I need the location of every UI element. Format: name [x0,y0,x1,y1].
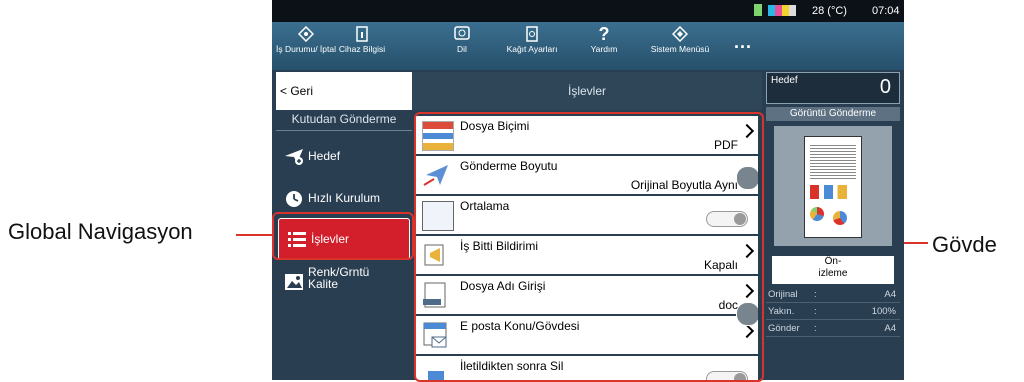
document-thumbnail [804,136,862,238]
highlight-global-navigation [272,212,414,260]
toner-icon [754,4,762,16]
send-icon [285,149,303,165]
system-menu-icon [672,26,688,42]
nav-item-destination[interactable]: Hedef [276,136,412,176]
device-info-button[interactable]: Cihaz Bilgisi [330,22,394,70]
send-image-title: Görüntü Gönderme [766,107,900,121]
nav-item-color-image-quality[interactable]: Renk/Grntü Kalite [276,262,412,302]
paper-settings-button[interactable]: Kağıt Ayarları [500,22,564,70]
device-info-icon [356,26,368,42]
info-zoom: Yakın.: 100% [766,303,900,320]
language-button[interactable]: Dil [430,22,494,70]
destination-counter[interactable]: Hedef 0 [766,72,900,104]
preview-area [774,126,892,246]
top-toolbar: İş Durumu/ İptal Cihaz Bilgisi Dil Kağıt… [272,22,904,70]
status-bar: 28 (°C) 07:04 [272,0,904,22]
toner-levels-icon [768,5,796,16]
language-icon [454,26,470,40]
job-status-button[interactable]: İş Durumu/ İptal [274,22,338,70]
clock: 07:04 [872,5,900,17]
functions-header: İşlevler [412,72,762,110]
job-status-icon [298,26,314,42]
system-menu-button[interactable]: Sistem Menüsü [648,22,712,70]
back-button[interactable]: < Geri [276,72,412,110]
callout-line-left [236,234,276,236]
help-button[interactable]: ? Yardım [572,22,636,70]
info-original: Orijinal: A4 [766,286,900,303]
callout-global-navigation: Global Navigasyon [8,219,193,244]
temperature-readout: 28 (°C) [812,5,847,17]
image-quality-icon [285,274,303,290]
info-send: Gönder: A4 [766,320,900,337]
more-button[interactable]: ... [734,32,752,53]
preview-pane: Hedef 0 Görüntü Gönderme Ön- izleme Orij… [766,72,900,380]
stopwatch-icon [286,191,302,207]
paper-settings-icon [526,26,538,42]
nav-section-title: Kutudan Gönderme [276,112,412,131]
highlight-body [414,112,764,382]
preview-button[interactable]: Ön- izleme [772,256,894,284]
callout-body: Gövde [932,232,997,257]
help-icon: ? [598,24,610,44]
